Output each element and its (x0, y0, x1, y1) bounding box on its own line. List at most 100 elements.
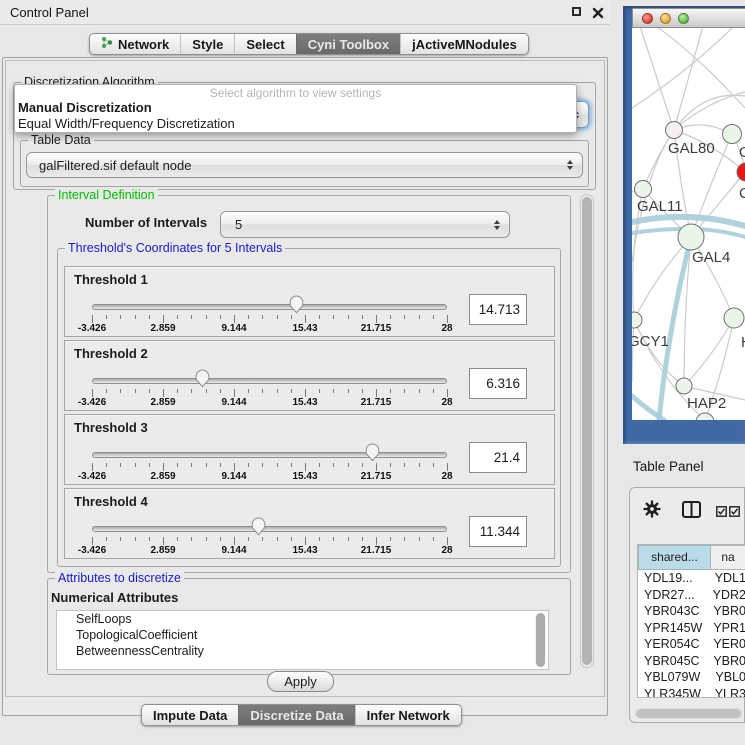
node-gal11[interactable] (635, 181, 652, 198)
network-window-titlebar[interactable] (632, 8, 745, 28)
dropdown-hint-item[interactable]: Select algorithm to view settings (15, 85, 576, 100)
node[interactable] (723, 125, 742, 144)
threshold-label: Threshold 2 (74, 346, 148, 361)
list-vertical-scrollbar[interactable] (535, 613, 546, 667)
tab-label: Network (118, 37, 169, 52)
table-data-combobox[interactable]: galFiltered.sif default node (26, 152, 583, 178)
list-item-topologicalcoefficient[interactable]: TopologicalCoefficient (57, 627, 548, 643)
combo-stepper-icon (494, 220, 500, 230)
float-window-icon[interactable] (572, 6, 584, 18)
apply-button[interactable]: Apply (267, 671, 334, 692)
table-row[interactable]: YPR145WYPR1 (638, 620, 745, 637)
list-item-selfloops[interactable]: SelfLoops (57, 611, 548, 627)
column-header-shared-name[interactable]: shared... (638, 545, 711, 570)
table-row[interactable]: YDL19...YDL1 (638, 570, 745, 587)
close-icon[interactable] (592, 6, 604, 18)
cell-shared-name[interactable]: YBL079W (638, 669, 710, 686)
node-hap2[interactable] (676, 378, 692, 394)
cell-name[interactable]: YLR3 (710, 686, 745, 699)
threshold-slider-thumb[interactable] (365, 443, 380, 462)
tab-label: Impute Data (153, 708, 227, 723)
threshold-value-field[interactable]: 6.316 (469, 368, 527, 399)
threshold-slider-thumb[interactable] (251, 517, 266, 536)
cell-shared-name[interactable]: YPR145W (638, 620, 708, 637)
node-label: C (739, 185, 745, 202)
panel-vertical-scrollbar[interactable] (580, 194, 594, 668)
table-row[interactable]: YER054CYER0 (638, 636, 745, 653)
table-row[interactable]: YDR27...YDR2 (638, 587, 745, 604)
threshold-slider-track[interactable] (92, 526, 447, 532)
checkbox-icon[interactable] (716, 504, 727, 522)
cell-name[interactable]: YBL0 (710, 669, 745, 686)
network-graph[interactable]: GAL80GACGAL11GAL4GCY1HHAP2 (632, 28, 745, 420)
table-row[interactable]: YBL079WYBL0 (638, 669, 745, 686)
column-header-name[interactable]: na (711, 545, 745, 570)
slider-tick-labels: -3.4262.8599.14415.4321.71528 (92, 471, 448, 483)
network-edge[interactable] (632, 320, 634, 382)
tab-discretize-data[interactable]: Discretize Data (238, 705, 354, 725)
dropdown-option-manual-discretization[interactable]: Manual Discretization (15, 100, 576, 116)
slider-tick-labels: -3.4262.8599.14415.4321.71528 (92, 397, 448, 409)
threshold-label: Threshold 1 (74, 272, 148, 287)
slider-tick-labels: -3.4262.8599.14415.4321.71528 (92, 323, 448, 335)
threshold-value-field[interactable]: 11.344 (469, 516, 527, 547)
threshold-value-field[interactable]: 21.4 (469, 442, 527, 473)
cell-name[interactable]: YDL1 (710, 570, 745, 587)
threshold-slider-thumb[interactable] (195, 369, 210, 388)
node-table: shared... na YDL19...YDL1YDR27...YDR2YBR… (637, 544, 745, 698)
tab-infer-network[interactable]: Infer Network (355, 705, 461, 725)
minimize-traffic-light-icon[interactable] (660, 13, 671, 24)
tab-jactivemnodules[interactable]: jActiveMNodules (400, 34, 528, 54)
network-edge[interactable] (634, 320, 684, 386)
node-label: GA (739, 144, 745, 161)
cell-shared-name[interactable]: YBR043C (638, 603, 708, 620)
table-row[interactable]: YLR345WYLR3 (638, 686, 745, 699)
scrollbar-thumb[interactable] (582, 197, 592, 665)
scrollbar-thumb[interactable] (636, 709, 741, 718)
network-edge[interactable] (640, 28, 674, 130)
tab-style[interactable]: Style (180, 34, 234, 54)
tab-select[interactable]: Select (234, 34, 295, 54)
cell-name[interactable]: YER0 (708, 636, 745, 653)
group-title: Attributes to discretize (55, 571, 184, 585)
cell-name[interactable]: YBR0 (708, 603, 745, 620)
cell-name[interactable]: YDR2 (708, 587, 745, 604)
tab-cyni-toolbox[interactable]: Cyni Toolbox (296, 34, 400, 54)
threshold-slider-track[interactable] (92, 378, 447, 384)
close-traffic-light-icon[interactable] (642, 13, 653, 24)
table-horizontal-scrollbar[interactable] (635, 708, 743, 719)
cell-shared-name[interactable]: YDR27... (638, 587, 708, 604)
threshold-panel-1: Threshold 1 -3.4262.8599.14415.4321.71528… (64, 266, 555, 337)
threshold-value-field[interactable]: 14.713 (469, 294, 527, 325)
node-label: GCY1 (632, 333, 669, 350)
zoom-traffic-light-icon[interactable] (678, 13, 689, 24)
threshold-slider-track[interactable] (92, 452, 447, 458)
list-item-betweennesscentrality[interactable]: BetweennessCentrality (57, 643, 548, 659)
cell-shared-name[interactable]: YLR345W (638, 686, 710, 699)
table-row[interactable]: YBR045CYBR0 (638, 653, 745, 670)
cell-name[interactable]: YPR1 (708, 620, 745, 637)
threshold-slider-track[interactable] (92, 304, 447, 310)
threshold-slider-thumb[interactable] (289, 295, 304, 314)
node-gal80[interactable] (666, 122, 683, 139)
cell-name[interactable]: YBR0 (708, 653, 745, 670)
tab-network[interactable]: Network (90, 34, 180, 54)
top-tab-bar: Network StyleSelectCyni ToolboxjActiveMNo… (89, 33, 529, 55)
table-row[interactable]: YBR043CYBR0 (638, 603, 745, 620)
network-canvas[interactable]: GAL80GACGAL11GAL4GCY1HHAP2 (632, 28, 745, 420)
node[interactable] (724, 308, 744, 328)
gear-icon[interactable] (643, 500, 661, 523)
checkbox-icon[interactable] (729, 504, 740, 522)
split-panel-icon[interactable] (682, 501, 701, 523)
number-of-intervals-combobox[interactable]: 5 (220, 211, 510, 238)
node-gcy1[interactable] (632, 312, 642, 328)
control-panel-titlebar: Control Panel (0, 0, 610, 25)
cell-shared-name[interactable]: YDL19... (638, 570, 710, 587)
threshold-label: Threshold 4 (74, 494, 148, 509)
dropdown-option-equal-width-frequency[interactable]: Equal Width/Frequency Discretization (15, 116, 576, 132)
node-gal4[interactable] (678, 224, 704, 250)
cell-shared-name[interactable]: YBR045C (638, 653, 708, 670)
scrollbar-thumb[interactable] (536, 613, 545, 667)
tab-impute-data[interactable]: Impute Data (142, 705, 238, 725)
cell-shared-name[interactable]: YER054C (638, 636, 708, 653)
